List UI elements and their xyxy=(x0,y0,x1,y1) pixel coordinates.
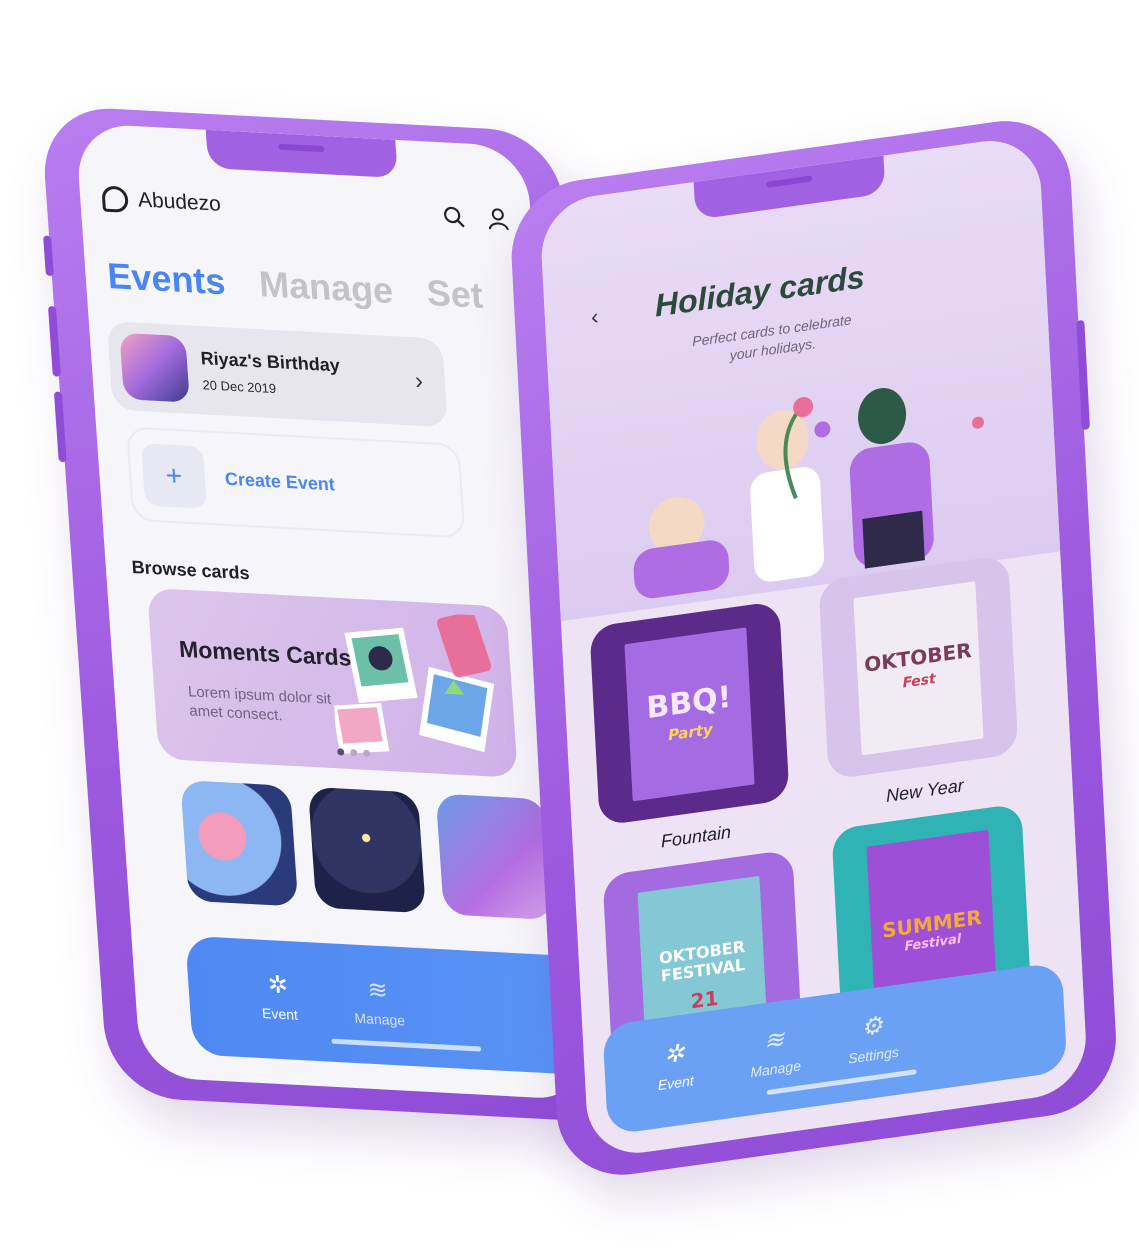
create-event-label: Create Event xyxy=(224,468,336,495)
moments-cards-banner[interactable]: Moments Cards Lorem ipsum dolor sit amet… xyxy=(147,587,519,778)
volume-up-button xyxy=(47,305,61,377)
polaroid-illustration xyxy=(331,612,495,754)
page-subtitle: Perfect cards to celebrate your holidays… xyxy=(691,311,852,364)
holiday-header: ‹ Holiday cards Perfect cards to celebra… xyxy=(538,133,1061,622)
moments-title: Moments Cards xyxy=(178,635,353,671)
phone-holiday-cards: ‹ Holiday cards Perfect cards to celebra… xyxy=(508,111,1120,1185)
create-event-button[interactable]: + Create Event xyxy=(125,426,466,539)
chevron-right-icon: › xyxy=(414,367,424,395)
browse-cards-heading: Browse cards xyxy=(130,556,251,584)
card-new-year[interactable]: OKTOBER Fest New Year xyxy=(818,554,1020,815)
nav-manage[interactable]: ≋ Manage xyxy=(733,1020,816,1082)
spinner-icon: ✲ xyxy=(266,971,289,1000)
plus-icon: + xyxy=(140,443,208,509)
moments-description: Lorem ipsum dolor sit amet consect. xyxy=(187,683,332,725)
home-indicator xyxy=(331,1038,482,1052)
card-new-year-image: OKTOBER Fest xyxy=(818,554,1019,780)
holiday-cards-screen: ‹ Holiday cards Perfect cards to celebra… xyxy=(538,133,1089,1160)
nav-manage-label: Manage xyxy=(749,1057,802,1081)
user-icon[interactable] xyxy=(486,208,509,231)
event-date: 20 Dec 2019 xyxy=(201,377,277,397)
tab-events[interactable]: Events xyxy=(106,255,227,303)
bottom-nav: ✲ Event ≋ Manage xyxy=(185,935,593,1076)
card-thumb-beach[interactable] xyxy=(180,780,299,907)
back-icon[interactable]: ‹ xyxy=(590,304,599,331)
tab-manage[interactable]: Manage xyxy=(258,263,395,312)
tab-settings[interactable]: Set xyxy=(425,272,484,317)
search-icon[interactable] xyxy=(443,205,466,228)
notch xyxy=(205,129,398,179)
tab-bar: Events Manage Set xyxy=(106,255,484,317)
card-thumb-lighthouse[interactable] xyxy=(307,786,427,914)
nav-settings[interactable]: ⚙ Settings xyxy=(831,1007,914,1069)
card-thumb-kite[interactable] xyxy=(435,793,554,921)
gear-icon: ⚙ xyxy=(860,1011,884,1042)
nav-event-label: Event xyxy=(261,1004,299,1023)
card-thumbnails xyxy=(180,780,554,921)
spinner-icon: ✲ xyxy=(663,1039,685,1070)
nav-event[interactable]: ✲ Event xyxy=(237,968,320,1024)
event-card[interactable]: Riyaz's Birthday 20 Dec 2019 › xyxy=(106,321,448,428)
layers-icon: ≋ xyxy=(366,976,389,1005)
event-title: Riyaz's Birthday xyxy=(199,348,341,376)
app-header: Abudezo xyxy=(101,178,511,240)
volume-down-button xyxy=(53,391,67,463)
card-fountain-image: BBQ! Party xyxy=(589,600,790,827)
logo-icon xyxy=(101,185,129,213)
layers-icon: ≋ xyxy=(763,1025,785,1056)
nav-manage[interactable]: ≋ Manage xyxy=(337,974,420,1030)
brand-name: Abudezo xyxy=(137,188,222,216)
card-fountain[interactable]: BBQ! Party Fountain xyxy=(589,600,791,861)
nav-settings-label: Settings xyxy=(847,1043,900,1067)
power-button xyxy=(1076,319,1090,431)
event-thumbnail xyxy=(119,332,190,403)
nav-manage-label: Manage xyxy=(353,1009,406,1029)
nav-event[interactable]: ✲ Event xyxy=(634,1034,717,1096)
nav-event-label: Event xyxy=(657,1072,695,1094)
mute-switch xyxy=(43,235,54,277)
